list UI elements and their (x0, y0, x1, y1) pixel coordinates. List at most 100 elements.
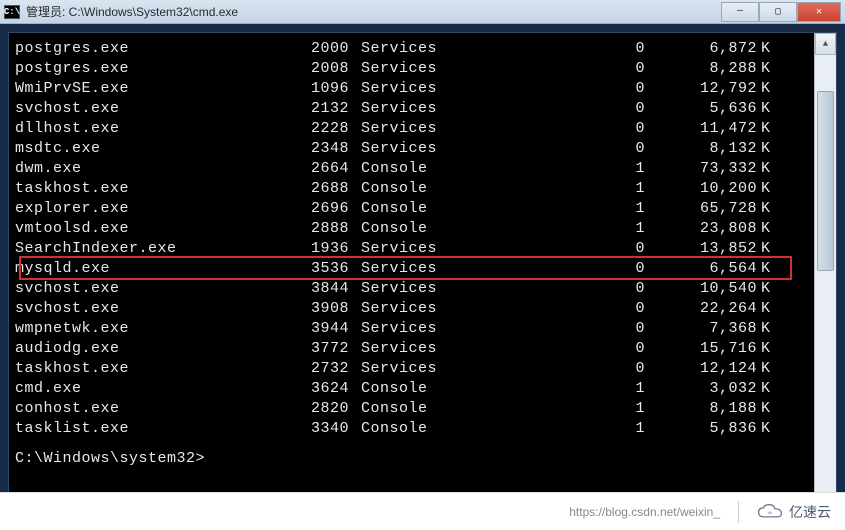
process-mem: 12,792 (645, 79, 757, 99)
process-row: taskhost.exe2732Services012,124K (13, 359, 810, 379)
process-mem: 5,636 (645, 99, 757, 119)
cmd-icon: C:\ (4, 5, 20, 19)
process-pid: 3536 (291, 259, 349, 279)
process-session: Services (349, 59, 445, 79)
process-unit: K (757, 419, 777, 439)
process-sess_no: 0 (445, 59, 645, 79)
process-mem: 10,540 (645, 279, 757, 299)
process-session: Console (349, 379, 445, 399)
process-mem: 7,368 (645, 319, 757, 339)
terminal-output[interactable]: postgres.exe2000Services06,872Kpostgres.… (9, 33, 814, 521)
maximize-button[interactable]: ▢ (759, 2, 797, 22)
process-sess_no: 1 (445, 179, 645, 199)
process-sess_no: 1 (445, 159, 645, 179)
process-mem: 73,332 (645, 159, 757, 179)
process-pid: 3944 (291, 319, 349, 339)
scroll-up-button[interactable]: ▲ (815, 33, 836, 55)
process-session: Console (349, 159, 445, 179)
process-sess_no: 0 (445, 239, 645, 259)
process-name: WmiPrvSE.exe (13, 79, 291, 99)
process-session: Services (349, 319, 445, 339)
process-row: explorer.exe2696Console165,728K (13, 199, 810, 219)
process-mem: 23,808 (645, 219, 757, 239)
process-row: taskhost.exe2688Console110,200K (13, 179, 810, 199)
process-row: audiodg.exe3772Services015,716K (13, 339, 810, 359)
scrollbar-vertical[interactable]: ▲ ▼ (814, 33, 836, 521)
minimize-button[interactable]: — (721, 2, 759, 22)
process-session: Services (349, 259, 445, 279)
process-sess_no: 1 (445, 419, 645, 439)
process-sess_no: 0 (445, 99, 645, 119)
footer: https://blog.csdn.net/weixin_ ∞ 亿速云 (0, 492, 845, 530)
process-pid: 3908 (291, 299, 349, 319)
process-unit: K (757, 279, 777, 299)
process-session: Services (349, 139, 445, 159)
process-session: Services (349, 99, 445, 119)
process-row: mysqld.exe3536Services06,564K (13, 259, 810, 279)
process-session: Services (349, 299, 445, 319)
process-mem: 65,728 (645, 199, 757, 219)
process-unit: K (757, 299, 777, 319)
process-pid: 2000 (291, 39, 349, 59)
process-name: audiodg.exe (13, 339, 291, 359)
process-session: Services (349, 119, 445, 139)
process-unit: K (757, 179, 777, 199)
process-unit: K (757, 259, 777, 279)
titlebar[interactable]: C:\ 管理员: C:\Windows\System32\cmd.exe — ▢… (0, 0, 845, 24)
process-session: Services (349, 39, 445, 59)
process-session: Services (349, 79, 445, 99)
process-mem: 11,472 (645, 119, 757, 139)
brand-badge: ∞ 亿速云 (757, 502, 831, 522)
prompt[interactable]: C:\Windows\system32> (13, 449, 810, 469)
process-pid: 1936 (291, 239, 349, 259)
process-name: explorer.exe (13, 199, 291, 219)
window-controls: — ▢ ✕ (721, 2, 841, 22)
process-sess_no: 0 (445, 339, 645, 359)
process-unit: K (757, 359, 777, 379)
process-name: conhost.exe (13, 399, 291, 419)
process-session: Console (349, 179, 445, 199)
process-pid: 2820 (291, 399, 349, 419)
process-pid: 3844 (291, 279, 349, 299)
process-row: wmpnetwk.exe3944Services07,368K (13, 319, 810, 339)
process-sess_no: 0 (445, 79, 645, 99)
process-pid: 2132 (291, 99, 349, 119)
scroll-thumb[interactable] (817, 91, 834, 271)
process-unit: K (757, 79, 777, 99)
process-pid: 3624 (291, 379, 349, 399)
process-sess_no: 0 (445, 259, 645, 279)
process-name: vmtoolsd.exe (13, 219, 291, 239)
process-sess_no: 1 (445, 399, 645, 419)
process-row: postgres.exe2008Services08,288K (13, 59, 810, 79)
scroll-track[interactable] (815, 55, 836, 499)
process-unit: K (757, 319, 777, 339)
footer-separator (738, 501, 739, 523)
process-unit: K (757, 219, 777, 239)
process-pid: 2228 (291, 119, 349, 139)
process-unit: K (757, 99, 777, 119)
process-name: mysqld.exe (13, 259, 291, 279)
process-unit: K (757, 199, 777, 219)
process-name: msdtc.exe (13, 139, 291, 159)
process-row: svchost.exe3844Services010,540K (13, 279, 810, 299)
process-mem: 12,124 (645, 359, 757, 379)
process-row: msdtc.exe2348Services08,132K (13, 139, 810, 159)
process-sess_no: 1 (445, 199, 645, 219)
close-button[interactable]: ✕ (797, 2, 841, 22)
svg-text:∞: ∞ (768, 510, 772, 516)
process-row: cmd.exe3624Console13,032K (13, 379, 810, 399)
process-sess_no: 1 (445, 219, 645, 239)
process-session: Console (349, 219, 445, 239)
process-unit: K (757, 39, 777, 59)
process-unit: K (757, 339, 777, 359)
process-sess_no: 0 (445, 39, 645, 59)
app-window: C:\ 管理员: C:\Windows\System32\cmd.exe — ▢… (0, 0, 845, 530)
process-unit: K (757, 159, 777, 179)
process-row: WmiPrvSE.exe1096Services012,792K (13, 79, 810, 99)
process-pid: 2732 (291, 359, 349, 379)
process-name: dllhost.exe (13, 119, 291, 139)
brand-text: 亿速云 (789, 502, 831, 522)
process-pid: 3772 (291, 339, 349, 359)
process-name: postgres.exe (13, 39, 291, 59)
terminal-wrap: postgres.exe2000Services06,872Kpostgres.… (8, 32, 837, 522)
